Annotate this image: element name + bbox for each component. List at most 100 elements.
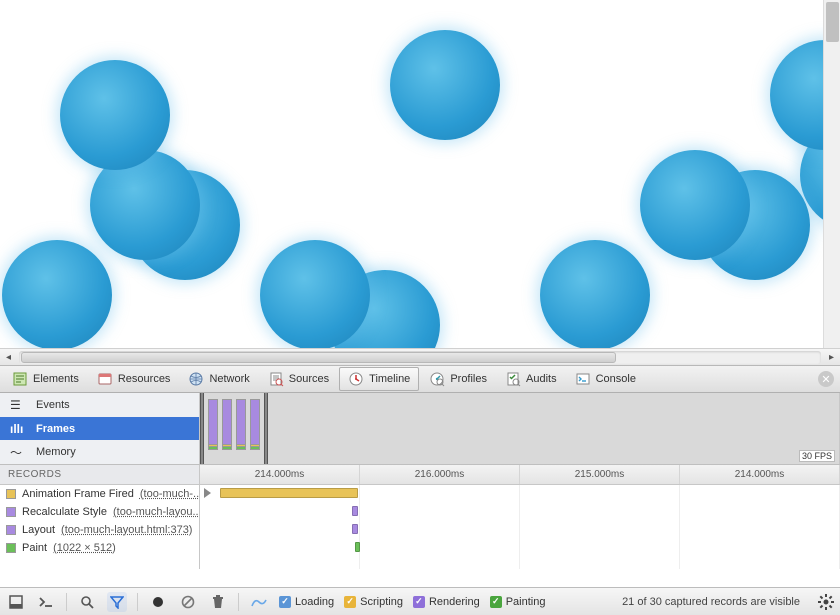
expand-icon[interactable] [204, 488, 211, 498]
profiles-icon [429, 371, 445, 387]
events-icon: ☰ [10, 398, 28, 412]
tab-label: Console [596, 373, 636, 385]
record-icon[interactable] [148, 592, 168, 612]
elements-icon [12, 371, 28, 387]
blue-ball [2, 240, 112, 348]
fps-label: 30 FPS [799, 450, 835, 462]
record-row[interactable]: Recalculate Style (too-much-layou... [0, 503, 199, 521]
legend-scripting-label: Scripting [360, 596, 403, 608]
tab-label: Sources [289, 373, 329, 385]
status-bar: ✓ Loading ✓ Scripting ✓ Rendering ✓ Pain… [0, 587, 840, 615]
legend-scripting[interactable]: ✓ Scripting [344, 596, 403, 608]
rail-events[interactable]: ☰ Events [0, 393, 199, 417]
record-swatch [6, 543, 16, 553]
rail-frames[interactable]: ıllı Frames [0, 417, 199, 441]
checkbox-icon: ✓ [413, 596, 425, 608]
tab-network[interactable]: Network [180, 368, 257, 390]
ruler-tick: 215.000ms [520, 465, 680, 484]
network-icon [188, 371, 204, 387]
tab-audits[interactable]: Audits [497, 368, 565, 390]
record-link[interactable]: (too-much-... [140, 488, 199, 500]
blue-ball [390, 30, 500, 140]
ruler-tick: 214.000ms [200, 465, 360, 484]
timeline-bar[interactable] [352, 506, 358, 516]
audits-icon [505, 371, 521, 387]
legend-loading[interactable]: ✓ Loading [279, 596, 334, 608]
glue-icon[interactable] [249, 592, 269, 612]
rail-events-label: Events [36, 399, 70, 411]
checkbox-icon: ✓ [490, 596, 502, 608]
record-label: Recalculate Style [22, 506, 107, 518]
close-icon[interactable]: ✕ [818, 371, 834, 387]
records-header: RECORDS [0, 465, 200, 484]
record-row[interactable]: Layout (too-much-layout.html:373) [0, 521, 199, 539]
timeline-bar[interactable] [220, 488, 358, 498]
legend-rendering[interactable]: ✓ Rendering [413, 596, 480, 608]
timeline-bar[interactable] [355, 542, 360, 552]
ruler-tick: 216.000ms [360, 465, 520, 484]
console-toggle-icon[interactable] [36, 592, 56, 612]
rail-memory-label: Memory [36, 446, 76, 458]
clear-icon[interactable] [178, 592, 198, 612]
tab-label: Elements [33, 373, 79, 385]
horizontal-scrollbar[interactable]: ◂ ▸ [0, 348, 840, 365]
timeline-ruler[interactable]: 214.000ms216.000ms215.000ms214.000ms [200, 465, 840, 484]
gear-icon[interactable] [818, 594, 834, 610]
tab-console[interactable]: Console [567, 368, 644, 390]
frames-icon: ıllı [10, 422, 28, 436]
timeline-panel: ☰ Events ıllı Frames 〜 Memory 30 FPS REC… [0, 393, 840, 569]
frame-overview-graph[interactable]: 30 FPS [200, 393, 840, 464]
blue-ball [60, 60, 170, 170]
record-label: Animation Frame Fired [22, 488, 134, 500]
scrollbar-track[interactable] [19, 351, 821, 364]
checkbox-icon: ✓ [344, 596, 356, 608]
record-row[interactable]: Paint (1022 × 512) [0, 539, 199, 557]
tab-label: Profiles [450, 373, 487, 385]
console-icon [575, 371, 591, 387]
dock-icon[interactable] [6, 592, 26, 612]
ruler-tick: 214.000ms [680, 465, 840, 484]
record-row[interactable]: Animation Frame Fired (too-much-... [0, 485, 199, 503]
vertical-scrollbar[interactable] [823, 0, 840, 348]
search-icon[interactable] [77, 592, 97, 612]
blue-ball [540, 240, 650, 348]
resources-icon [97, 371, 113, 387]
record-link[interactable]: (1022 × 512) [53, 542, 116, 554]
scrollbar-thumb[interactable] [826, 2, 839, 42]
record-label: Layout [22, 524, 55, 536]
legend-painting[interactable]: ✓ Painting [490, 596, 546, 608]
garbage-collect-icon[interactable] [208, 592, 228, 612]
record-link[interactable]: (too-much-layou... [113, 506, 199, 518]
tab-profiles[interactable]: Profiles [421, 368, 495, 390]
records-list: Animation Frame Fired (too-much-...Recal… [0, 485, 200, 569]
tab-label: Network [209, 373, 249, 385]
timeline-mode-rail: ☰ Events ıllı Frames 〜 Memory [0, 393, 200, 464]
devtools-tabbar: Elements Resources Network Sources Timeline P… [0, 365, 840, 393]
tab-timeline[interactable]: Timeline [339, 367, 419, 391]
scroll-right-button[interactable]: ▸ [823, 349, 840, 366]
tab-resources[interactable]: Resources [89, 368, 179, 390]
blue-ball [640, 150, 750, 260]
record-swatch [6, 507, 16, 517]
tab-elements[interactable]: Elements [4, 368, 87, 390]
blue-ball [260, 240, 370, 348]
scrollbar-thumb[interactable] [21, 352, 616, 363]
record-swatch [6, 525, 16, 535]
tab-sources[interactable]: Sources [260, 368, 337, 390]
legend-loading-label: Loading [295, 596, 334, 608]
overview-window-right-handle[interactable] [264, 393, 268, 464]
filter-icon[interactable] [107, 592, 127, 612]
tab-label: Audits [526, 373, 557, 385]
sources-icon [268, 371, 284, 387]
record-swatch [6, 489, 16, 499]
rail-memory[interactable]: 〜 Memory [0, 440, 199, 464]
memory-icon: 〜 [10, 444, 28, 461]
page-viewport [0, 0, 840, 348]
timeline-bar[interactable] [352, 524, 358, 534]
legend-rendering-label: Rendering [429, 596, 480, 608]
records-timeline[interactable] [200, 485, 840, 569]
overview-window-left-handle[interactable] [200, 393, 204, 464]
legend-painting-label: Painting [506, 596, 546, 608]
record-link[interactable]: (too-much-layout.html:373) [61, 524, 192, 536]
scroll-left-button[interactable]: ◂ [0, 349, 17, 366]
